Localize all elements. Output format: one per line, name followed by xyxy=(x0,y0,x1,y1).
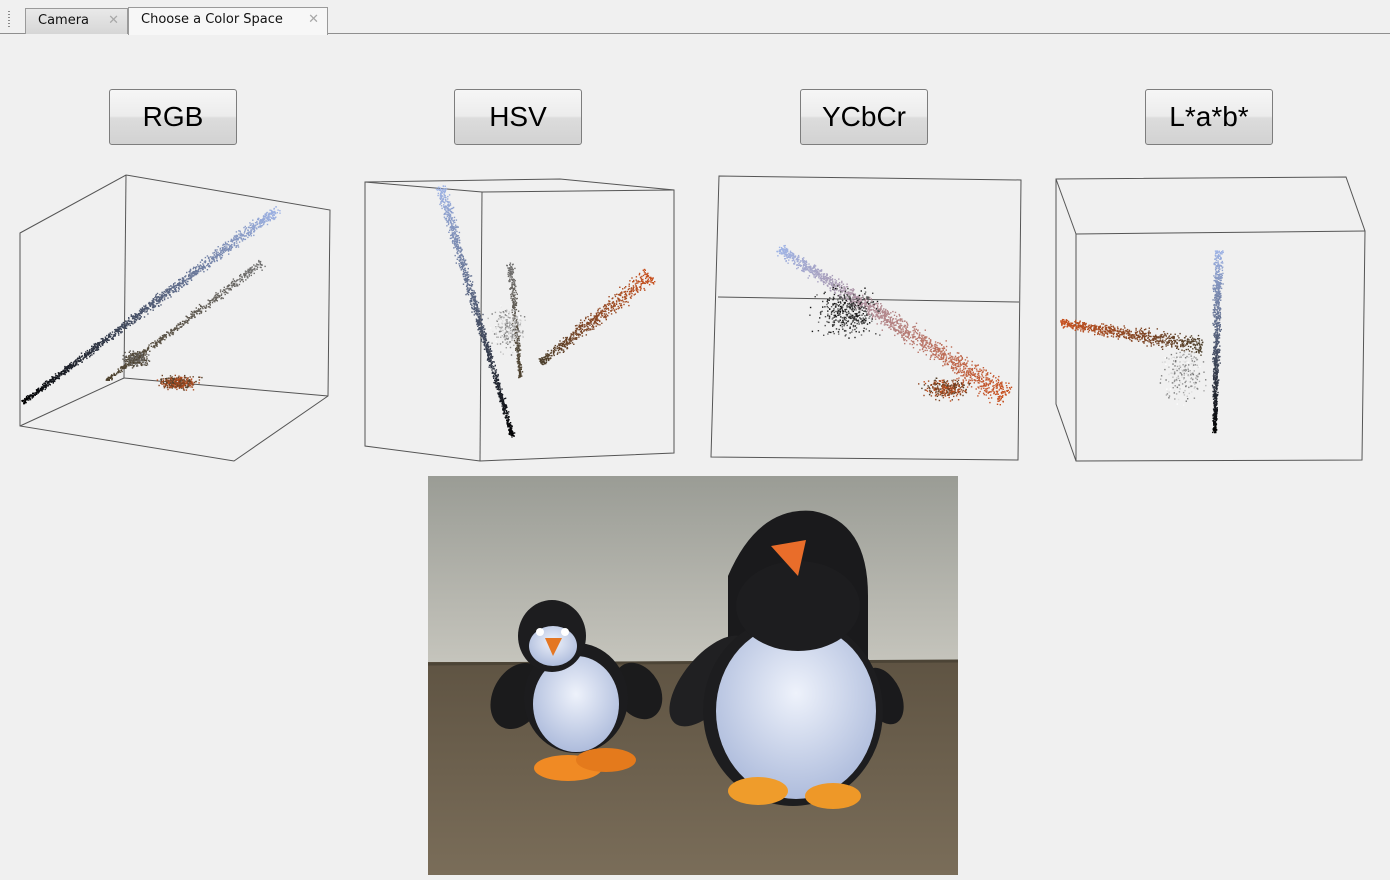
lab-point-cloud xyxy=(1060,250,1224,434)
tab-choose-color-space-label: Choose a Color Space xyxy=(141,12,283,27)
ycbcr-point-cloud xyxy=(776,244,1013,406)
tab-camera[interactable]: Camera ✕ xyxy=(25,8,128,34)
close-icon[interactable]: ✕ xyxy=(108,9,119,33)
ycbcr-scatter-plot[interactable] xyxy=(706,172,1026,464)
lab-button[interactable]: L*a*b* xyxy=(1145,89,1273,145)
hsv-scatter-plot[interactable] xyxy=(360,178,680,466)
hsv-button[interactable]: HSV xyxy=(454,89,582,145)
tab-choose-color-space[interactable]: Choose a Color Space ✕ xyxy=(128,7,328,35)
tab-camera-label: Camera xyxy=(38,13,90,28)
rgb-button[interactable]: RGB xyxy=(109,89,237,145)
camera-preview-image xyxy=(427,476,959,875)
hsv-point-cloud xyxy=(435,185,656,438)
plot-box xyxy=(19,174,331,462)
lab-scatter-plot[interactable] xyxy=(1052,174,1368,466)
rgb-scatter-plot[interactable] xyxy=(16,170,336,466)
rgb-point-cloud xyxy=(21,206,281,405)
close-icon[interactable]: ✕ xyxy=(308,8,319,32)
tab-bar: Camera ✕ Choose a Color Space ✕ xyxy=(0,0,1390,35)
plot-box xyxy=(1055,176,1366,462)
ycbcr-button[interactable]: YCbCr xyxy=(800,89,928,145)
drag-grip-icon[interactable] xyxy=(8,11,10,27)
